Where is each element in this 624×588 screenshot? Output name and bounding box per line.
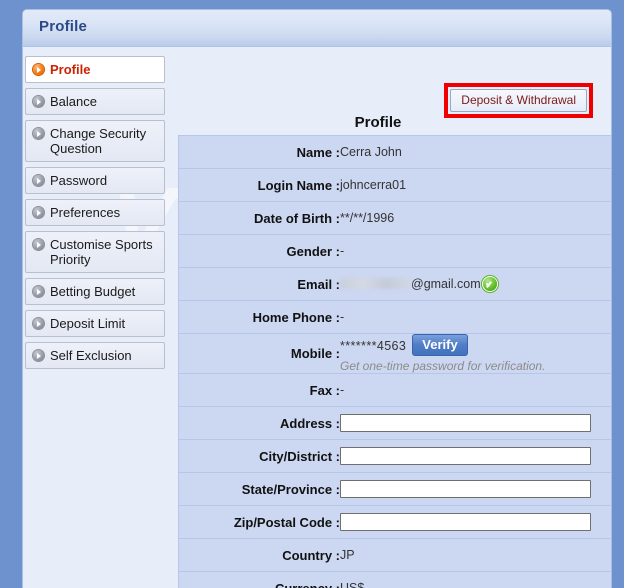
- table-row: Address :: [179, 407, 613, 440]
- row-value-fax: -: [340, 374, 612, 407]
- sidebar-item-label: Balance: [50, 94, 97, 109]
- email-domain-text: @gmail.com: [411, 277, 481, 291]
- bullet-arrow-icon: [33, 207, 44, 218]
- sidebar-item-profile[interactable]: Profile: [25, 56, 165, 83]
- row-label: Zip/Postal Code :: [179, 506, 341, 539]
- redacted-email-local-part: [340, 278, 410, 289]
- table-row: Name : Cerra John: [179, 136, 613, 169]
- row-value-home-phone: -: [340, 301, 612, 334]
- table-row: Mobile : *******4563 Verify Get one-time …: [179, 334, 613, 374]
- row-label: Fax :: [179, 374, 341, 407]
- row-label: Currency :: [179, 572, 341, 588]
- row-label: Email :: [179, 268, 341, 301]
- sidebar-item-label: Customise Sports Priority: [50, 237, 153, 267]
- profile-table: Name : Cerra John Login Name : johncerra…: [178, 135, 612, 588]
- row-label: Gender :: [179, 235, 341, 268]
- bullet-arrow-icon: [33, 318, 44, 329]
- verify-button[interactable]: Verify: [412, 334, 467, 356]
- bullet-arrow-icon: [33, 350, 44, 361]
- row-label: City/District :: [179, 440, 341, 473]
- table-row: State/Province :: [179, 473, 613, 506]
- sidebar-item-betting-budget[interactable]: Betting Budget: [25, 278, 165, 305]
- row-label: Login Name :: [179, 169, 341, 202]
- sidebar-item-preferences[interactable]: Preferences: [25, 199, 165, 226]
- sidebar-item-label: Betting Budget: [50, 284, 135, 299]
- otp-hint-text: Get one-time password for verification.: [340, 359, 612, 373]
- table-row: Currency : US$: [179, 572, 613, 588]
- sidebar-item-label: Password: [50, 173, 107, 188]
- sidebar-item-password[interactable]: Password: [25, 167, 165, 194]
- row-value-country: JP: [340, 539, 612, 572]
- row-value-mobile: *******4563 Verify Get one-time password …: [340, 334, 612, 374]
- row-value-name: Cerra John: [340, 136, 612, 169]
- row-value-city: [340, 440, 612, 473]
- table-row: Email : @gmail.com: [179, 268, 613, 301]
- deposit-withdrawal-button[interactable]: Deposit & Withdrawal: [450, 89, 587, 112]
- mobile-masked-number: *******4563: [340, 339, 406, 353]
- sidebar-item-customise-sports-priority[interactable]: Customise Sports Priority: [25, 231, 165, 273]
- row-label: Mobile :: [179, 334, 341, 374]
- table-row: Date of Birth : **/**/1996: [179, 202, 613, 235]
- row-value-email: @gmail.com: [340, 268, 612, 301]
- row-label: Home Phone :: [179, 301, 341, 334]
- row-value-state: [340, 473, 612, 506]
- address-input[interactable]: [340, 414, 591, 432]
- zip-postal-code-input[interactable]: [340, 513, 591, 531]
- row-value-address: [340, 407, 612, 440]
- bullet-arrow-icon: [33, 96, 44, 107]
- bullet-arrow-icon: [33, 239, 44, 250]
- row-label: Date of Birth :: [179, 202, 341, 235]
- row-label: State/Province :: [179, 473, 341, 506]
- row-value-login-name: johncerra01: [340, 169, 612, 202]
- deposit-withdrawal-area: Deposit & Withdrawal: [450, 89, 587, 112]
- bullet-arrow-icon: [33, 128, 44, 139]
- row-label: Name :: [179, 136, 341, 169]
- sidebar-nav: Profile Balance Change Security Question…: [25, 56, 165, 374]
- table-row: Login Name : johncerra01: [179, 169, 613, 202]
- profile-panel: Profile VT Profile Balance Change Securi…: [22, 9, 612, 588]
- panel-header: Profile: [23, 10, 611, 47]
- row-value-zip: [340, 506, 612, 539]
- row-label: Country :: [179, 539, 341, 572]
- table-row: City/District :: [179, 440, 613, 473]
- sidebar-item-label: Self Exclusion: [50, 348, 132, 363]
- page-title: Profile: [39, 18, 87, 35]
- sidebar-item-label: Preferences: [50, 205, 120, 220]
- bullet-arrow-icon: [33, 64, 44, 75]
- form-heading: Profile: [175, 114, 581, 131]
- row-value-currency: US$: [340, 572, 612, 588]
- table-row: Zip/Postal Code :: [179, 506, 613, 539]
- sidebar-item-change-security-question[interactable]: Change Security Question: [25, 120, 165, 162]
- sidebar-item-label: Deposit Limit: [50, 316, 125, 331]
- bullet-arrow-icon: [33, 175, 44, 186]
- sidebar-item-label: Change Security Question: [50, 126, 146, 156]
- table-row: Fax : -: [179, 374, 613, 407]
- city-district-input[interactable]: [340, 447, 591, 465]
- panel-body: VT Profile Balance Change Security Quest…: [23, 47, 611, 588]
- bullet-arrow-icon: [33, 286, 44, 297]
- verified-check-icon: [483, 277, 497, 291]
- profile-content: Deposit & Withdrawal Profile Name : Cerr…: [175, 47, 611, 588]
- table-row: Home Phone : -: [179, 301, 613, 334]
- row-value-gender: -: [340, 235, 612, 268]
- application-window: Profile VT Profile Balance Change Securi…: [0, 0, 624, 578]
- sidebar-item-deposit-limit[interactable]: Deposit Limit: [25, 310, 165, 337]
- state-province-input[interactable]: [340, 480, 591, 498]
- table-row: Country : JP: [179, 539, 613, 572]
- table-row: Gender : -: [179, 235, 613, 268]
- sidebar-item-self-exclusion[interactable]: Self Exclusion: [25, 342, 165, 369]
- row-value-date-of-birth: **/**/1996: [340, 202, 612, 235]
- sidebar-item-balance[interactable]: Balance: [25, 88, 165, 115]
- row-label: Address :: [179, 407, 341, 440]
- sidebar-item-label: Profile: [50, 62, 90, 77]
